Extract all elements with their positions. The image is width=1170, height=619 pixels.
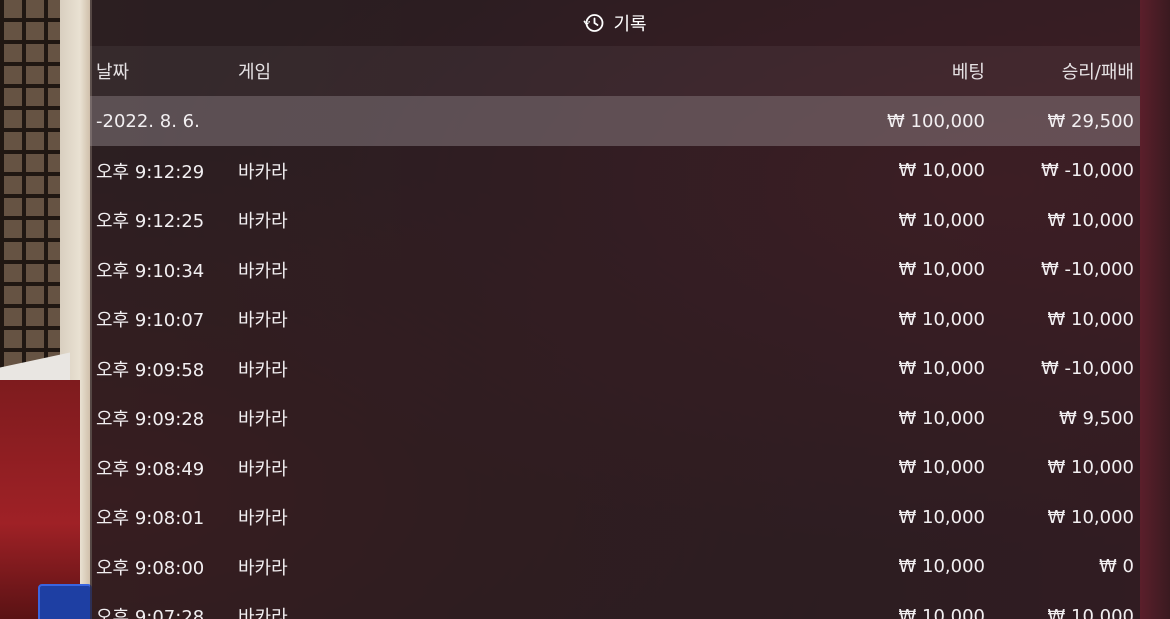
row-game: 바카라 [238,508,288,530]
row-bet: ₩ 10,000 [898,259,985,281]
row-time: 오후 9:09:58 [96,359,205,381]
game-background: 기록 날짜 게임 베팅 승리/패배 -2022. 8. 6. ₩ 100,000… [0,0,1170,619]
group-bet-total: ₩ 100,000 [887,110,985,132]
row-game: 바카라 [238,211,288,233]
row-time: 오후 9:08:49 [96,458,205,480]
column-date: 날짜 [96,62,130,83]
row-bet: ₩ 10,000 [898,556,985,578]
row-game: 바카라 [238,359,288,381]
row-time: 오후 9:12:29 [96,161,205,183]
chip-button[interactable] [38,584,92,619]
row-time: 오후 9:12:25 [96,211,205,233]
row-result: ₩ 0 [1099,556,1134,578]
row-bet: ₩ 10,000 [898,209,985,231]
row-result: ₩ 9,500 [1058,407,1134,429]
row-result: ₩ 10,000 [1047,209,1134,231]
table-row[interactable]: 오후 9:12:29 바카라 ₩ 10,000 ₩ -10,000 [90,146,1140,196]
table-row[interactable]: 오후 9:08:00 바카라 ₩ 10,000 ₩ 0 [90,542,1140,592]
row-time: 오후 9:07:28 [96,607,205,619]
row-bet: ₩ 10,000 [898,506,985,528]
background-right-edge [1140,0,1170,619]
row-result: ₩ 10,000 [1047,308,1134,330]
table-row[interactable]: 오후 9:09:28 바카라 ₩ 10,000 ₩ 9,500 [90,394,1140,444]
history-panel: 기록 날짜 게임 베팅 승리/패배 -2022. 8. 6. ₩ 100,000… [90,0,1140,619]
row-result: ₩ -10,000 [1041,259,1134,281]
group-result-total: ₩ 29,500 [1047,110,1134,132]
date-group-row[interactable]: -2022. 8. 6. ₩ 100,000 ₩ 29,500 [90,96,1140,146]
table-row[interactable]: 오후 9:09:58 바카라 ₩ 10,000 ₩ -10,000 [90,344,1140,394]
column-header-row: 날짜 게임 베팅 승리/패배 [90,46,1140,96]
row-bet: ₩ 10,000 [898,605,985,619]
table-row[interactable]: 오후 9:12:25 바카라 ₩ 10,000 ₩ 10,000 [90,196,1140,246]
row-bet: ₩ 10,000 [898,358,985,380]
history-title: 기록 [613,14,647,35]
row-bet: ₩ 10,000 [898,457,985,479]
table-row[interactable]: 오후 9:10:34 바카라 ₩ 10,000 ₩ -10,000 [90,245,1140,295]
history-icon [583,12,605,34]
row-result: ₩ 10,000 [1047,457,1134,479]
row-time: 오후 9:08:00 [96,557,205,579]
row-time: 오후 9:10:34 [96,260,205,282]
row-game: 바카라 [238,409,288,431]
row-result: ₩ -10,000 [1041,160,1134,182]
row-bet: ₩ 10,000 [898,407,985,429]
row-game: 바카라 [238,260,288,282]
column-game: 게임 [238,62,272,83]
history-header: 기록 [90,0,1140,46]
row-game: 바카라 [238,557,288,579]
lattice-pattern [0,0,60,380]
row-bet: ₩ 10,000 [898,308,985,330]
row-game: 바카라 [238,458,288,480]
table-row[interactable]: 오후 9:08:49 바카라 ₩ 10,000 ₩ 10,000 [90,443,1140,493]
background-lattice-screen [0,0,92,619]
table-row[interactable]: 오후 9:08:01 바카라 ₩ 10,000 ₩ 10,000 [90,493,1140,543]
column-bet: 베팅 [951,62,985,83]
row-time: 오후 9:10:07 [96,310,205,332]
row-game: 바카라 [238,161,288,183]
row-game: 바카라 [238,607,288,619]
table-row[interactable]: 오후 9:10:07 바카라 ₩ 10,000 ₩ 10,000 [90,295,1140,345]
row-result: ₩ 10,000 [1047,605,1134,619]
row-time: 오후 9:09:28 [96,409,205,431]
row-result: ₩ -10,000 [1041,358,1134,380]
row-time: 오후 9:08:01 [96,508,205,530]
column-result: 승리/패배 [1061,62,1134,83]
table-row[interactable]: 오후 9:07:28 바카라 ₩ 10,000 ₩ 10,000 [90,592,1140,619]
row-result: ₩ 10,000 [1047,506,1134,528]
row-bet: ₩ 10,000 [898,160,985,182]
row-game: 바카라 [238,310,288,332]
group-date: -2022. 8. 6. [96,110,200,132]
